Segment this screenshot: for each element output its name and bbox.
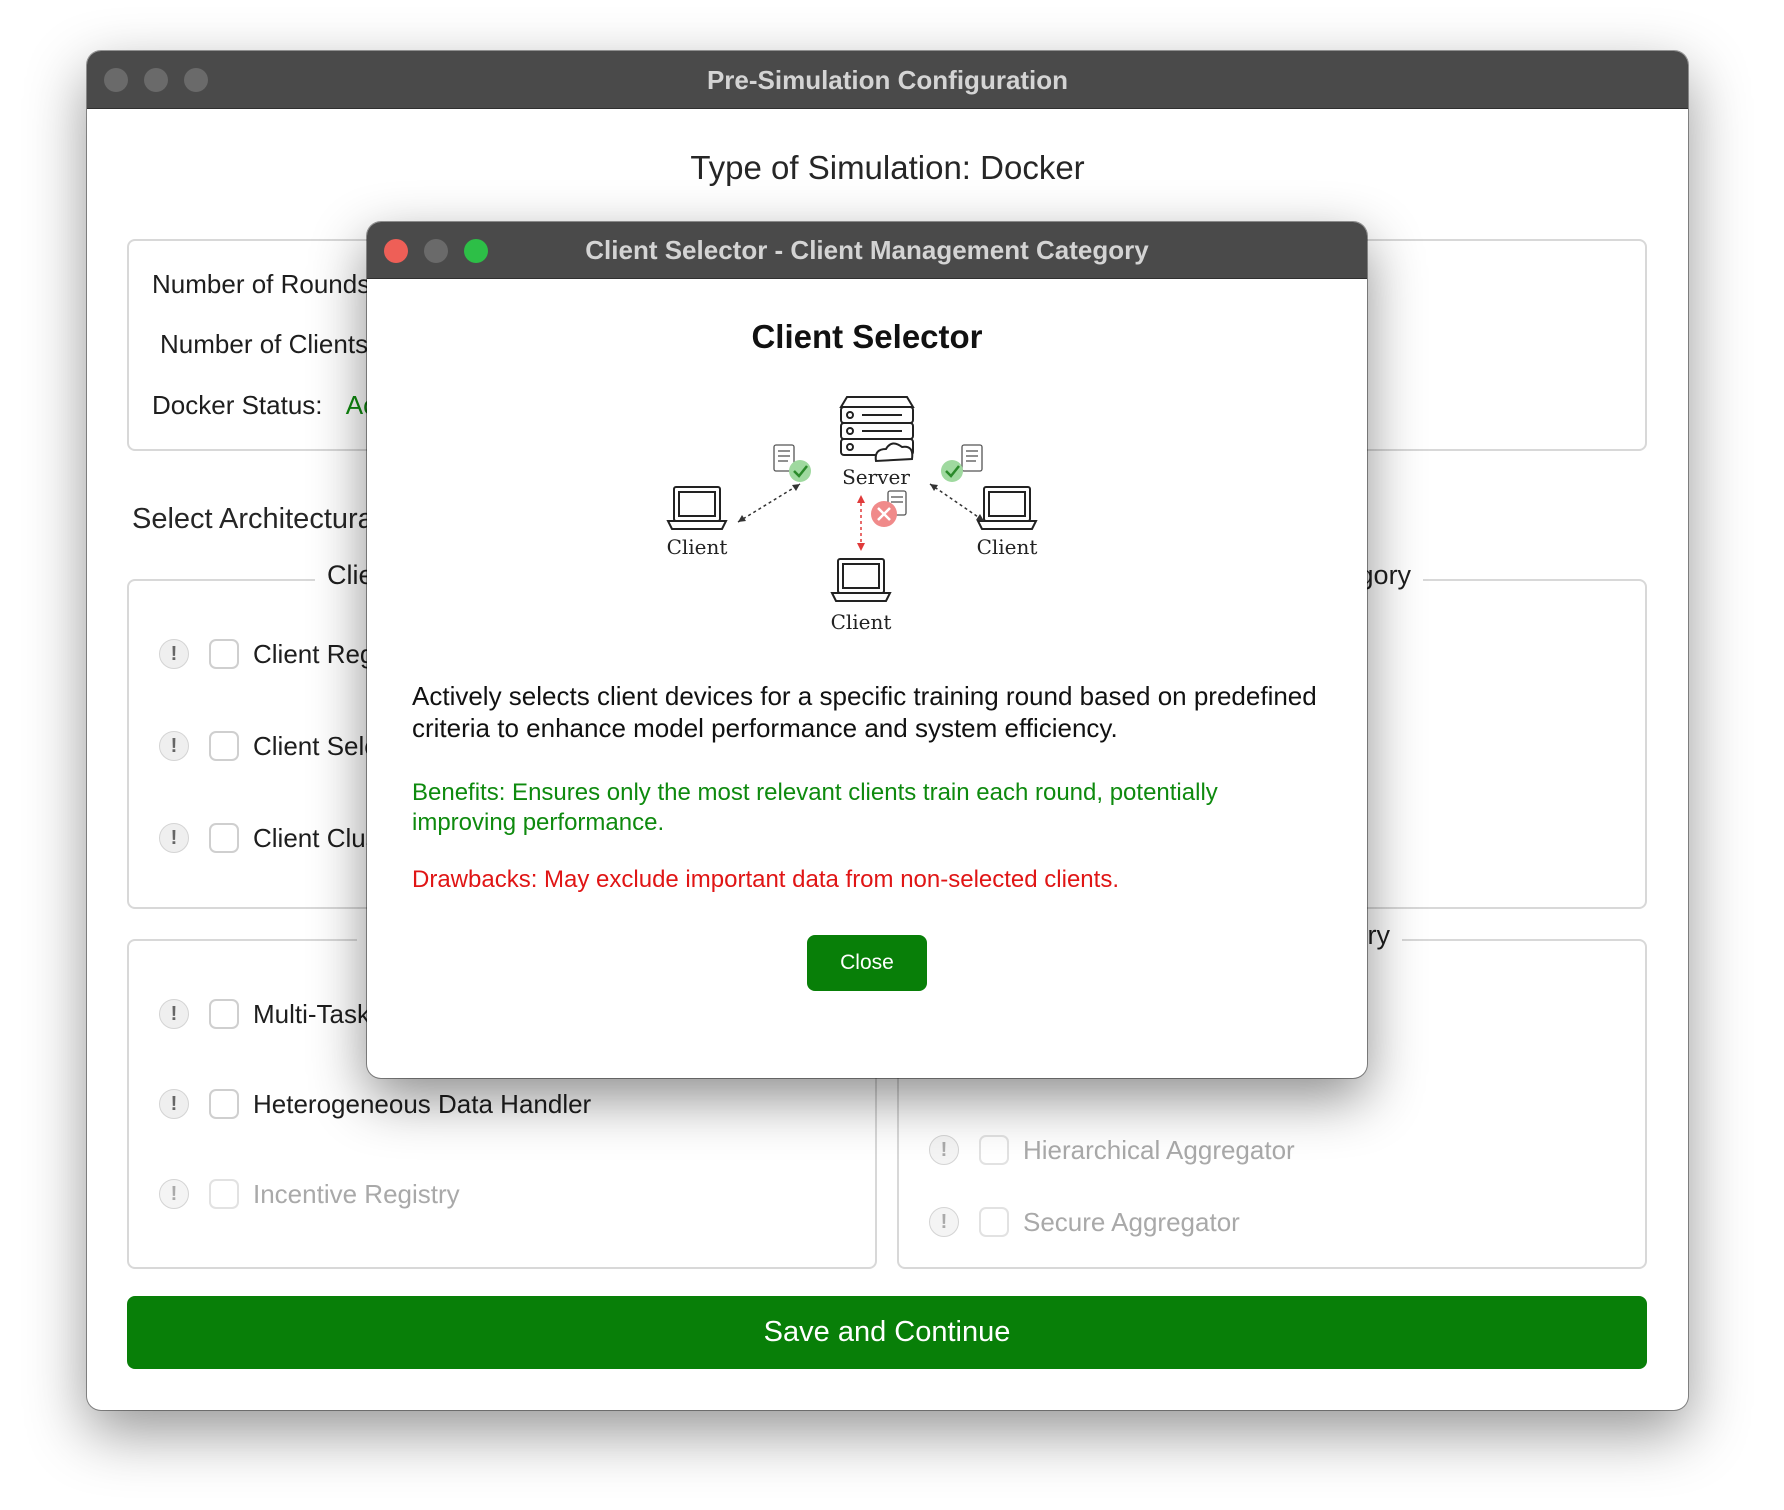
check-icon [789, 460, 811, 482]
window-title: Pre-Simulation Configuration [706, 65, 1069, 95]
laptop-icon [830, 558, 892, 602]
architecture-section-title: Select Architectural [132, 503, 381, 535]
checkbox[interactable] [209, 823, 239, 853]
clients-label: Number of Clients [160, 329, 369, 359]
server-icon [839, 396, 915, 463]
checkbox[interactable] [209, 639, 239, 669]
info-icon[interactable]: ! [159, 823, 189, 853]
connection-left [737, 483, 801, 523]
option-secure-aggregator: ! Secure Aggregator [929, 1205, 1240, 1239]
main-titlebar[interactable]: Pre-Simulation Configuration [87, 51, 1688, 109]
option-hierarchical-aggregator: ! Hierarchical Aggregator [929, 1133, 1295, 1167]
dialog-description: Actively selects client devices for a sp… [412, 681, 1317, 743]
option-client-cluster[interactable]: ! Client Clus [159, 821, 379, 855]
client-label: Client [667, 535, 728, 559]
simulation-type-heading: Type of Simulation: Docker [690, 149, 1085, 186]
info-icon[interactable]: ! [159, 639, 189, 669]
connection-right [929, 483, 985, 522]
option-label: Heterogeneous Data Handler [253, 1088, 592, 1119]
option-label: Client Reg [253, 638, 375, 669]
checkbox [979, 1207, 1009, 1237]
checkbox[interactable] [209, 731, 239, 761]
option-label: Hierarchical Aggregator [1023, 1134, 1295, 1165]
option-multi-task[interactable]: ! Multi-Task [159, 997, 370, 1031]
docker-status-row: Docker Status: Ac [152, 390, 376, 421]
option-client-selector[interactable]: ! Client Sele [159, 729, 379, 763]
save-and-continue-button[interactable]: Save and Continue [127, 1296, 1647, 1369]
laptop-icon [976, 486, 1038, 530]
server-label: Server [842, 465, 910, 489]
checkbox [209, 1179, 239, 1209]
rounds-label: Number of Rounds [152, 269, 371, 299]
laptop-icon [666, 486, 728, 530]
option-label: Multi-Task [253, 998, 371, 1029]
info-icon[interactable]: ! [159, 1179, 189, 1209]
docker-status-label: Docker Status: [152, 390, 323, 420]
check-icon [941, 460, 963, 482]
option-label: Client Sele [253, 730, 379, 761]
info-icon[interactable]: ! [929, 1135, 959, 1165]
info-icon[interactable]: ! [929, 1207, 959, 1237]
client-label: Client [831, 610, 892, 634]
option-label: Secure Aggregator [1023, 1206, 1240, 1237]
checkbox [979, 1135, 1009, 1165]
dialog-title: Client Selector - Client Management Cate… [585, 235, 1149, 265]
dialog-heading: Client Selector [751, 318, 983, 355]
client-selector-dialog: Client Selector - Client Management Cate… [367, 222, 1367, 1078]
option-label: Client Clus [253, 822, 379, 853]
info-icon[interactable]: ! [159, 731, 189, 761]
document-icon [961, 444, 983, 472]
option-label: Incentive Registry [253, 1178, 460, 1209]
checkbox[interactable] [209, 1089, 239, 1119]
checkbox[interactable] [209, 999, 239, 1029]
info-icon[interactable]: ! [159, 999, 189, 1029]
dialog-drawbacks: Drawbacks: May exclude important data fr… [412, 866, 1119, 893]
client-selector-diagram: Server Client Client Client [666, 396, 1038, 634]
dialog-titlebar[interactable]: Client Selector - Client Management Cate… [367, 222, 1367, 279]
client-label: Client [977, 535, 1038, 559]
close-button[interactable]: Close [807, 935, 927, 991]
option-client-registry[interactable]: ! Client Reg [159, 637, 374, 671]
info-icon[interactable]: ! [159, 1089, 189, 1119]
option-heterogeneous-data-handler[interactable]: ! Heterogeneous Data Handler [159, 1087, 591, 1121]
option-incentive-registry: ! Incentive Registry [159, 1177, 460, 1211]
dialog-benefits: Benefits: Ensures only the most relevant… [412, 779, 1218, 836]
